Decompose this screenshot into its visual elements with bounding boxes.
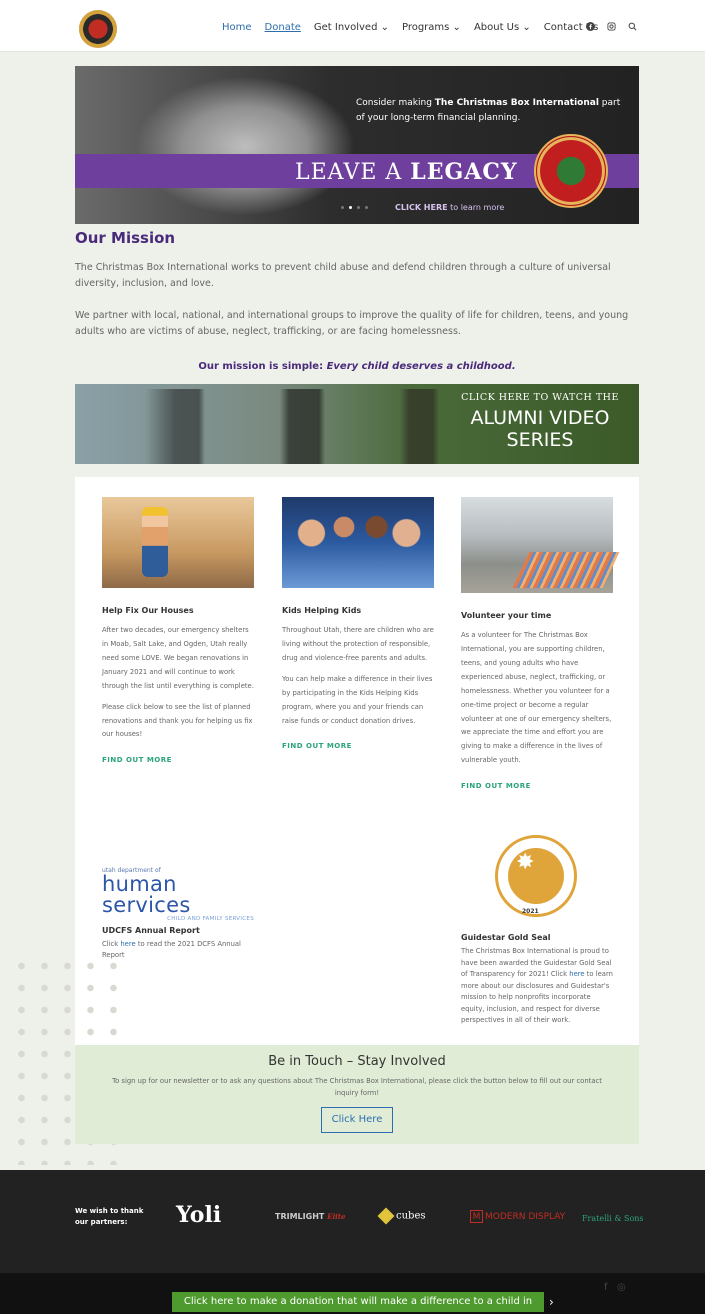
mission-title: Our Mission xyxy=(75,229,176,247)
cubes-logo-text: cubes xyxy=(396,1210,426,1222)
guidestar-seal-icon: ✸ 2021 xyxy=(495,835,577,917)
hero-cta-bold: CLICK HERE xyxy=(395,203,448,212)
mission-simple: Our mission is simple: Every child deser… xyxy=(75,361,639,372)
hero-line1-suffix: part xyxy=(598,98,621,108)
leave-a-legacy-banner[interactable]: Consider making The Christmas Box Intern… xyxy=(75,66,639,224)
card-text: As a volunteer for The Christmas Box Int… xyxy=(461,631,612,765)
card-text: Throughout Utah, there are children who … xyxy=(282,626,434,662)
find-out-more-link[interactable]: FIND OUT MORE xyxy=(102,756,254,764)
alumni-line2b: SERIES xyxy=(506,428,574,451)
header-icons xyxy=(586,22,637,34)
mission-paragraph-2: We partner with local, national, and int… xyxy=(75,310,629,338)
mission-paragraph-1: The Christmas Box International works to… xyxy=(75,262,611,290)
alumni-video-banner[interactable]: CLICK HERE TO WATCH THE ALUMNI VIDEO SERI… xyxy=(75,384,639,464)
find-out-more-link[interactable]: FIND OUT MORE xyxy=(461,782,613,790)
star-icon: ✸ xyxy=(516,850,535,875)
hero-line2: of your long-term financial planning. xyxy=(356,112,521,123)
stay-involved-title: Be in Touch – Stay Involved xyxy=(268,1054,446,1069)
facebook-icon[interactable] xyxy=(586,22,595,34)
hero-copy: Consider making The Christmas Box Intern… xyxy=(356,96,626,126)
dhs-logo: utah department of human services CHILD … xyxy=(102,867,254,922)
card-title: Help Fix Our Houses xyxy=(102,606,194,615)
card-kids-helping-kids: Kids Helping Kids Throughout Utah, there… xyxy=(282,497,434,750)
modern-display-logo-text: MODERN DISPLAY xyxy=(485,1212,566,1222)
hands-photo xyxy=(135,76,355,216)
child-builder-photo xyxy=(102,497,254,588)
click-here-button[interactable]: Click Here xyxy=(321,1107,393,1133)
card-title: Kids Helping Kids xyxy=(282,606,362,615)
donate-banner-button[interactable]: Click here to make a donation that will … xyxy=(172,1292,544,1312)
guidestar-seal-year: 2021 xyxy=(522,908,539,915)
dhs-logo-big-b: services xyxy=(102,893,191,917)
volunteer-painting-photo xyxy=(461,497,613,593)
find-out-more-link[interactable]: FIND OUT MORE xyxy=(282,742,434,750)
nav-programs[interactable]: Programs ⌄ xyxy=(402,22,461,33)
christmas-box-logo[interactable] xyxy=(79,10,117,48)
hero-cta-rest: to learn more xyxy=(447,203,505,212)
nav-get-involved[interactable]: Get Involved ⌄ xyxy=(314,22,389,33)
nav-home[interactable]: Home xyxy=(222,22,252,33)
search-icon[interactable] xyxy=(628,22,637,34)
hero-title-a: LEAVE A xyxy=(295,160,411,185)
hero-title-b: LEGACY xyxy=(410,159,518,185)
carousel-dots[interactable] xyxy=(341,206,368,209)
alumni-line2a: ALUMNI VIDEO xyxy=(470,407,610,429)
hero-line1-bold: The Christmas Box International xyxy=(434,98,599,108)
alumni-photo xyxy=(145,389,445,464)
yoli-logo[interactable]: Yoli xyxy=(176,1202,221,1228)
card-text: You can help make a difference in their … xyxy=(282,674,433,725)
modern-display-logo[interactable]: M MODERN DISPLAY xyxy=(470,1210,565,1223)
guidestar-here-link[interactable]: here xyxy=(569,970,584,978)
guidestar-section: Guidestar Gold Seal The Christmas Box In… xyxy=(461,933,613,1027)
card-help-fix-houses: Help Fix Our Houses After two decades, o… xyxy=(102,497,254,764)
card-volunteer: Volunteer your time As a volunteer for T… xyxy=(461,497,613,790)
alumni-line1: CLICK HERE TO WATCH THE xyxy=(461,392,619,403)
nav-about-us[interactable]: About Us ⌄ xyxy=(474,22,531,33)
stay-involved-section: Be in Touch – Stay Involved To sign up f… xyxy=(75,1045,639,1144)
volunteer-kids-photo xyxy=(282,497,434,588)
cubes-logo[interactable]: cubes xyxy=(377,1207,426,1225)
modern-display-logo-m: M xyxy=(470,1210,483,1223)
mission-simple-prefix: Our mission is simple: xyxy=(198,361,327,372)
main-nav: Home Donate Get Involved ⌄ Programs ⌄ Ab… xyxy=(222,22,598,33)
mission-simple-em: Every child deserves a childhood. xyxy=(326,361,516,372)
card-text: After two decades, our emergency shelter… xyxy=(102,626,254,690)
alumni-line2: ALUMNI VIDEO SERIES xyxy=(447,407,633,452)
site-header: Home Donate Get Involved ⌄ Programs ⌄ Ab… xyxy=(0,0,705,52)
chevron-right-icon[interactable]: › xyxy=(549,1292,554,1312)
programs-section: Help Fix Our Houses After two decades, o… xyxy=(75,477,639,1045)
hero-cta[interactable]: CLICK HERE to learn more xyxy=(395,203,504,212)
christmas-box-seal-icon xyxy=(534,134,608,208)
card-title: Volunteer your time xyxy=(461,611,552,620)
hero-line1-prefix: Consider making xyxy=(356,98,435,108)
trimlight-logo-b: Elite xyxy=(327,1212,346,1221)
udcfs-text-pre: Click xyxy=(102,940,121,948)
guidestar-text-post: to learn more about our disclosures and … xyxy=(461,970,613,1025)
guidestar-title: Guidestar Gold Seal xyxy=(461,933,551,942)
fratelli-sons-logo[interactable]: Fratelli & Sons xyxy=(582,1214,644,1223)
footer-social-icons: f ◎ xyxy=(604,1282,626,1293)
trimlight-logo-a: TRIMLIGHT xyxy=(275,1212,325,1221)
hero-title: LEAVE A LEGACY xyxy=(295,159,518,185)
udcfs-here-link[interactable]: here xyxy=(120,940,135,948)
partners-thanks: We wish to thank our partners: xyxy=(75,1207,144,1227)
stay-involved-text: To sign up for our newsletter or to ask … xyxy=(112,1077,602,1097)
guidestar-text: The Christmas Box International is proud… xyxy=(461,946,613,1027)
card-text: Please click below to see the list of pl… xyxy=(102,702,253,739)
nav-donate[interactable]: Donate xyxy=(265,22,301,33)
udcfs-title: UDCFS Annual Report xyxy=(102,926,200,935)
instagram-icon[interactable] xyxy=(607,22,616,34)
trimlight-logo[interactable]: TRIMLIGHT Elite xyxy=(275,1212,346,1221)
